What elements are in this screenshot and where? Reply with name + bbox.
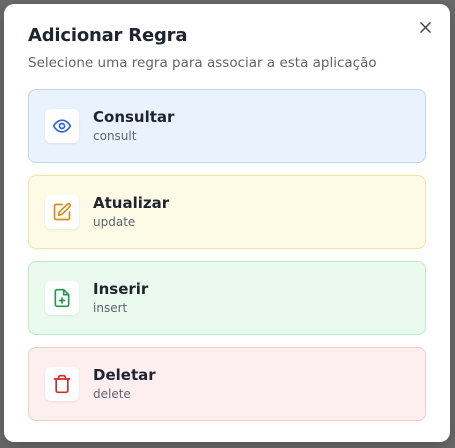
edit-icon (53, 202, 72, 221)
rule-code: insert (93, 300, 128, 315)
dialog-title: Adicionar Regra (28, 25, 188, 46)
rule-name: Consultar (93, 107, 175, 126)
rule-icon-container (45, 367, 79, 401)
rule-code: update (93, 214, 136, 229)
rule-icon-container (45, 195, 79, 229)
rule-name: Inserir (93, 279, 149, 298)
dialog-subtitle: Selecione uma regra para associar a esta… (28, 55, 377, 71)
rule-option-inserir[interactable]: Inserir insert (28, 261, 426, 335)
rule-name: Deletar (93, 365, 156, 384)
rule-code: delete (93, 386, 131, 401)
rule-list: Consultar consult Atualizar update Inser… (28, 89, 426, 433)
rule-icon-container (45, 281, 79, 315)
close-button[interactable] (416, 18, 434, 36)
trash-icon (53, 374, 71, 394)
rule-icon-container (45, 109, 79, 143)
eye-icon (52, 119, 72, 133)
rule-option-atualizar[interactable]: Atualizar update (28, 175, 426, 249)
close-icon (419, 21, 431, 33)
rule-code: consult (93, 128, 137, 143)
rule-name: Atualizar (93, 193, 170, 212)
rule-option-consultar[interactable]: Consultar consult (28, 89, 426, 163)
add-rule-dialog: Adicionar Regra Selecione uma regra para… (4, 4, 450, 442)
rule-option-deletar[interactable]: Deletar delete (28, 347, 426, 421)
file-plus-icon (54, 288, 70, 308)
